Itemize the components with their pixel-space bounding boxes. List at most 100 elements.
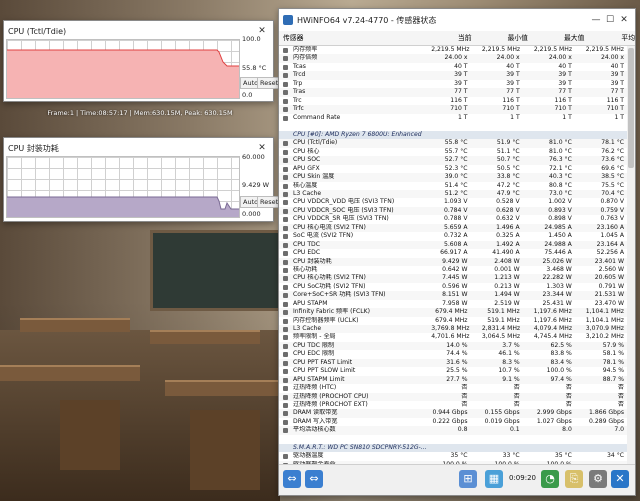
sensor-row[interactable]: 平均活动核心数 0.8 0.1 8.0 7.0 [279,426,627,435]
gear-icon[interactable]: ⚙ [589,470,607,488]
sensor-max: 4,745.4 MHz [533,333,573,341]
sensor-row[interactable]: Infinity Fabric 频率 (FCLK) 679.4 MHz 519.1 … [279,308,627,317]
export-icon[interactable]: ⎘ [565,470,583,488]
report-icon[interactable]: ▦ [485,470,503,488]
graph-window-cpu-temp[interactable]: CPU (Tctl/Tdie) ✕ 100.0 55.8 °C 0.0 Auto… [3,20,282,102]
sensor-row[interactable]: APU GFX 52.3 °C 50.5 °C 72.1 °C 69.6 °C [279,165,627,173]
arrow-left-right-icon[interactable]: ⇔ [305,470,323,488]
sensor-max: 22.282 W [542,274,572,282]
sensor-row[interactable]: 核心温度 51.4 °C 47.2 °C 80.8 °C 75.5 °C [279,182,627,190]
close-icon[interactable]: ✕ [255,143,269,153]
title-bar[interactable]: CPU 封装功耗 ✕ [4,138,273,158]
sensor-row[interactable]: Trp 39 T 39 T 39 T 39 T [279,80,627,88]
clock-icon[interactable]: ◔ [541,470,559,488]
sensor-label: CPU 核心功耗 (SVI2 TFN) [293,274,366,282]
sensor-avg: 20.605 W [594,274,625,282]
graph-max-label: 100.0 [242,35,261,43]
graph-window-cpu-power[interactable]: CPU 封装功耗 ✕ 60.000 9.429 W 0.000 Auto Fit… [3,137,282,222]
column-header-min[interactable]: 最小值 [472,31,528,45]
sensor-row[interactable]: Trc 116 T 116 T 116 T 116 T [279,97,627,105]
sensor-icon [283,115,288,121]
column-header-avg[interactable]: 平均 [584,31,635,45]
sensor-avg: 2.560 W [598,265,625,273]
wallpaper-blackboard [150,230,281,311]
vertical-scrollbar[interactable] [627,46,635,464]
elapsed-timer: 0:09:20 [509,474,536,482]
sensor-row[interactable]: APU STAPM Limit 27.7 % 9.1 % 97.4 % 88.7 % [279,375,627,385]
sensor-row[interactable]: 内存频率 2,219.5 MHz 2,219.5 MHz 2,219.5 MHz 2,2… [279,46,627,54]
sensor-name: CPU TDC [279,241,432,249]
sensor-row[interactable]: CPU SOC 52.7 °C 50.7 °C 76.3 °C 73.6 °C [279,156,627,165]
sensor-name: CPU Skin 温度 [279,173,432,181]
sensor-name: Tcas [279,63,432,71]
sensor-row[interactable]: CPU TDC 5.608 A 1.492 A 24.988 A 23.164 A [279,240,627,250]
sensor-name: CPU SOC [279,156,432,164]
column-header-sensor[interactable]: 传感器 [279,31,419,45]
sensor-row[interactable]: CPU VDDCR_SR 电压 (SVI3 TFN) 0.788 V 0.632 V… [279,215,627,223]
sensor-name: Trp [279,80,432,88]
window-title: CPU (Tctl/Tdie) [8,26,67,36]
title-bar[interactable]: CPU (Tctl/Tdie) ✕ [4,21,273,41]
arrow-left-right-icon[interactable]: ⇔ [283,470,301,488]
network-icon[interactable]: ⊞ [459,470,477,488]
sensor-section-header[interactable]: CPU [#0]: AMD Ryzen 7 6800U: Enhanced [279,130,627,140]
sensor-name: CPU EDC 限制 [279,350,432,358]
sensor-row[interactable]: CPU EDC 限制 74.4 % 46.1 % 83.8 % 58.1 % [279,350,627,358]
close-icon[interactable]: ✕ [611,470,629,488]
close-icon[interactable]: ✕ [617,15,631,25]
sensor-row[interactable]: CPU EDC 66.917 A 41.490 A 75.446 A 52.256 A [279,249,627,257]
column-header-current[interactable]: 当前 [419,31,472,45]
sensor-row[interactable]: Command Rate 1 T 1 T 1 T 1 T [279,114,627,122]
sensor-row[interactable]: SoC 电流 (SVI2 TFN) 0.732 A 0.325 A 1.450 A 1.… [279,232,627,240]
sensor-section-header[interactable]: S.M.A.R.T.: WD PC SN810 SDCPNRY-512G-... [279,443,627,453]
title-bar[interactable]: HWiNFO64 v7.24-4770 - 传感器状态 — ☐ ✕ [279,9,635,31]
sensor-row[interactable]: Trcd 39 T 39 T 39 T 39 T [279,71,627,80]
sensor-row[interactable]: CPU 核心功耗 (SVI2 TFN) 7.445 W 1.213 W 22.282 … [279,274,627,283]
sensor-label: CPU 核心 [293,147,320,155]
sensor-name: Infinity Fabric 频率 (FCLK) [279,308,432,316]
sensor-row[interactable]: 核心功耗 0.642 W 0.001 W 3.468 W 2.560 W [279,266,627,274]
sensor-row[interactable]: Core+SoC+SR 功耗 (SVI3 TFN) 8.151 W 1.494 W 2… [279,291,627,300]
sensor-row[interactable]: 过热降频 (PROCHOT EXT) 否 否 否 否 [279,401,627,409]
sensor-row[interactable]: 内存控制器频率 (UCLK) 679.4 MHz 519.1 MHz 1,197.6 … [279,317,627,325]
sensor-row[interactable]: CPU PPT SLOW Limit 25.5 % 10.7 % 100.0 % 94.… [279,367,627,375]
sensor-max: 24.988 A [544,240,572,248]
sensor-row[interactable]: CPU VDDCR_SOC 电压 (SVI3 TFN) 0.784 V 0.628 … [279,206,627,216]
sensor-row[interactable]: Trfc 710 T 710 T 710 T 710 T [279,105,627,114]
hwinfo-sensor-window[interactable]: HWiNFO64 v7.24-4770 - 传感器状态 — ☐ ✕ 传感器 当前… [278,8,636,496]
scrollbar-thumb[interactable] [628,48,634,168]
sensor-row[interactable]: CPU PPT FAST Limit 31.6 % 8.3 % 83.4 % 78.1 … [279,358,627,368]
sensor-row[interactable]: DRAM 读取带宽 0.944 Gbps 0.155 Gbps 2.999 Gbps 1… [279,409,627,418]
sensor-row[interactable]: APU STAPM 7.958 W 2.519 W 25.431 W 23.470 W [279,300,627,308]
sensor-row[interactable]: CPU 核心电流 (SVI2 TFN) 5.659 A 1.496 A 24.985 … [279,223,627,233]
sensor-name: Tras [279,88,432,96]
sensor-icon [283,98,288,104]
sensor-row[interactable]: CPU Skin 温度 39.0 °C 33.8 °C 40.3 °C 38.5 °C [279,173,627,182]
sensor-row[interactable]: CPU TDC 限制 14.0 % 3.7 % 62.5 % 57.9 % [279,341,627,351]
sensor-row[interactable]: CPU VDDCR_VDD 电压 (SVI3 TFN) 1.093 V 0.528 … [279,198,627,206]
sensor-row[interactable]: L3 Cache 3,769.8 MHz 2,831.4 MHz 4,079.4 MH… [279,325,627,334]
sensor-row[interactable]: 频率限制 - 全局 4,701.6 MHz 3,064.5 MHz 4,745.4 M… [279,333,627,341]
sensor-row[interactable]: CPU SoC功耗 (SVI2 TFN) 0.596 W 0.213 W 1.303 … [279,283,627,291]
sensor-max: 24.00 x [548,54,572,62]
sensor-avg: 58.1 % [602,350,625,358]
sensor-current: 5.608 A [443,240,468,248]
sensor-row[interactable]: L3 Cache 51.2 °C 47.9 °C 73.0 °C 70.4 °C [279,190,627,199]
sensor-row[interactable]: 内存倍频 24.00 x 24.00 x 24.00 x 24.00 x [279,54,627,63]
sensor-label: CPU EDC [293,249,321,257]
sensor-row[interactable]: 过热降频 (PROCHOT CPU) 否 否 否 否 [279,392,627,401]
graph-current-value: 9.429 W [242,181,270,189]
sensor-row[interactable]: CPU 核心 55.7 °C 51.1 °C 81.0 °C 76.2 °C [279,148,627,156]
sensor-row[interactable]: 驱动器温度 35 °C 33 °C 35 °C 34 °C [279,452,627,460]
sensor-row[interactable]: CPU 封装功耗 9.429 W 2.408 W 25.026 W 23.401 W [279,257,627,266]
sensor-avg: 1,104.1 MHz [585,308,625,316]
maximize-icon[interactable]: ☐ [603,15,617,25]
sensor-label: APU STAPM [293,299,328,307]
sensor-row[interactable]: DRAM 写入带宽 0.222 Gbps 0.019 Gbps 1.027 Gbps 0… [279,418,627,426]
column-header-max[interactable]: 最大值 [528,31,584,45]
minimize-icon[interactable]: — [589,15,603,25]
sensor-row[interactable]: CPU (Tctl/Tdie) 55.8 °C 51.9 °C 81.0 °C 78.1… [279,139,627,148]
sensor-row[interactable]: Tras 77 T 77 T 77 T 77 T [279,88,627,97]
sensor-row[interactable]: Tcas 40 T 40 T 40 T 40 T [279,63,627,71]
sensor-row[interactable]: 过热降频 (HTC) 否 否 否 否 [279,384,627,392]
